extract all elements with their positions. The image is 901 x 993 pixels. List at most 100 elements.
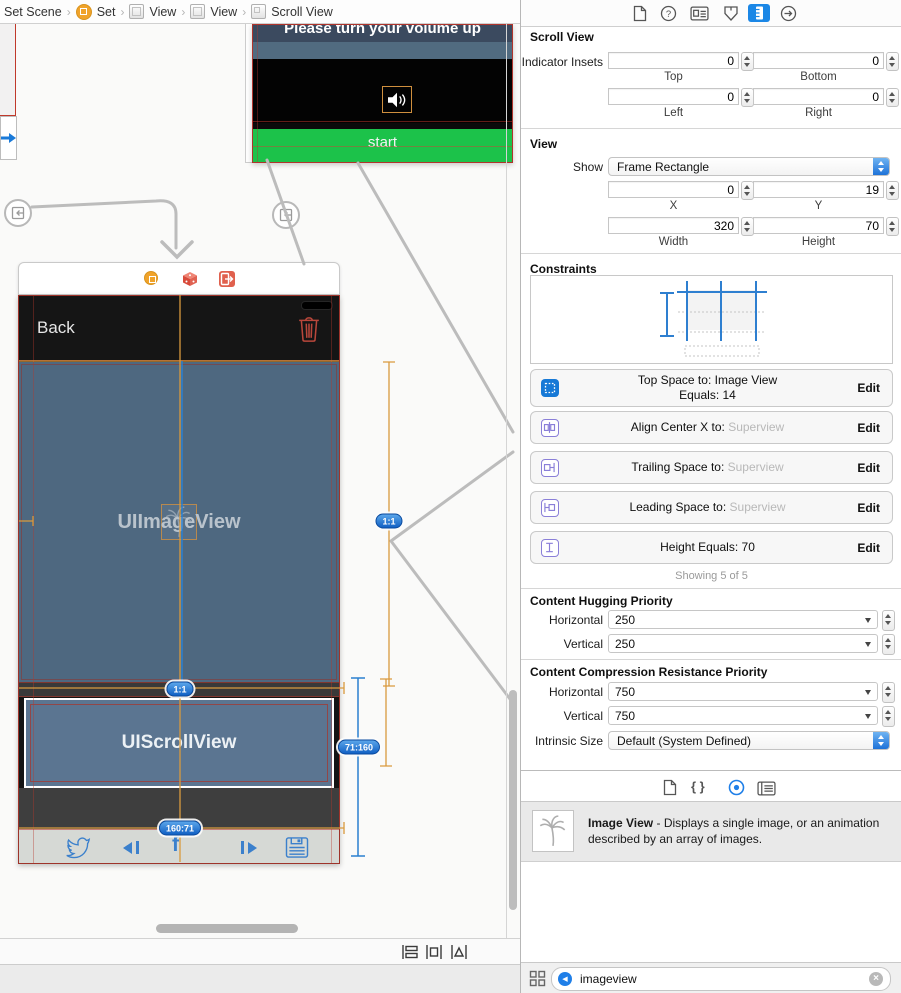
row-ratio-badge[interactable]: 1:1 xyxy=(166,681,194,697)
code-snippet-library-tab[interactable]: { } xyxy=(691,779,705,794)
show-popup[interactable]: Frame Rectangle xyxy=(608,157,890,176)
intrinsic-size-popup[interactable]: Default (System Defined) xyxy=(608,731,890,750)
constraint-value: 14 xyxy=(722,388,736,402)
align-icon[interactable] xyxy=(425,944,443,960)
file-template-library-tab[interactable] xyxy=(663,779,677,796)
compression-vertical-combo[interactable]: 750 xyxy=(608,706,878,725)
constraint-item-align-center-x[interactable]: Align Center X to: Superview Edit xyxy=(530,411,893,444)
x-field[interactable] xyxy=(608,181,739,198)
twitter-icon[interactable] xyxy=(63,836,93,860)
next-track-icon[interactable] xyxy=(241,841,257,859)
object-library-tab-selected[interactable] xyxy=(728,779,745,796)
clear-search-icon[interactable]: × xyxy=(869,971,883,986)
compression-vertical-stepper[interactable] xyxy=(882,706,895,727)
save-icon[interactable] xyxy=(285,837,309,858)
compression-horizontal-combo[interactable]: 750 xyxy=(608,682,878,701)
hugging-vertical-stepper[interactable] xyxy=(882,634,895,655)
horizontal-scrollbar[interactable] xyxy=(156,924,298,933)
breadcrumb-scroll-view[interactable]: Scroll View xyxy=(271,5,333,19)
media-library-tab[interactable] xyxy=(757,781,776,796)
width-field[interactable] xyxy=(608,217,739,234)
unwind-segue-icon[interactable] xyxy=(272,201,300,229)
aspect-ratio-badge[interactable]: 1:1 xyxy=(375,513,403,529)
y-field[interactable] xyxy=(753,181,884,198)
compression-horizontal-stepper[interactable] xyxy=(882,682,895,703)
inset-top-field[interactable] xyxy=(608,52,739,69)
inset-right-field[interactable] xyxy=(753,88,884,105)
constraint-item-height[interactable]: Height Equals: 70 Edit xyxy=(530,531,893,564)
pin-icon[interactable] xyxy=(450,944,468,960)
storyboard-entry-point[interactable] xyxy=(0,116,17,160)
y-stepper[interactable] xyxy=(886,181,899,200)
constraint-value: Superview xyxy=(727,460,784,474)
first-responder-cube-icon[interactable] xyxy=(182,271,198,287)
scrollview-label: UIScrollView xyxy=(121,732,237,753)
speaker-image-view[interactable] xyxy=(382,86,412,113)
grid-view-icon[interactable] xyxy=(529,970,546,987)
vertical-scrollbar[interactable] xyxy=(509,690,517,910)
edit-button[interactable]: Edit xyxy=(857,501,880,515)
edit-button[interactable]: Edit xyxy=(857,461,880,475)
image-view[interactable]: UIImageView xyxy=(19,362,339,682)
scroll-view[interactable]: UIScrollView xyxy=(24,698,334,788)
size-inspector-tab-selected[interactable] xyxy=(748,4,770,22)
filter-icon[interactable]: ◀ xyxy=(558,971,572,986)
storyboard-exit-segue-icon[interactable] xyxy=(4,199,32,227)
neighbour-scene-fragment[interactable] xyxy=(0,24,16,116)
constraints-diagram[interactable] xyxy=(530,275,893,364)
edit-button[interactable]: Edit xyxy=(857,541,880,555)
edit-button[interactable]: Edit xyxy=(857,421,880,435)
inset-right-stepper[interactable] xyxy=(886,88,899,107)
height-stepper[interactable] xyxy=(886,217,899,236)
embed-stack-icon[interactable] xyxy=(401,944,419,960)
x-caption: X xyxy=(669,200,678,212)
constraint-item-trailing-space[interactable]: Trailing Space to: Superview Edit xyxy=(530,451,893,484)
start-button[interactable]: start xyxy=(253,129,512,162)
height-caption: Height xyxy=(801,236,836,248)
constraint-label: Top Space to: xyxy=(637,373,712,387)
constraint-label: Leading Space to: xyxy=(629,500,727,514)
scroll-ratio-badge[interactable]: 71:160 xyxy=(337,739,381,755)
hugging-vertical-combo[interactable]: 250 xyxy=(608,634,878,653)
file-inspector-tab[interactable] xyxy=(633,5,647,22)
window-bottom-strip xyxy=(0,964,520,993)
inset-bottom-stepper[interactable] xyxy=(886,52,899,71)
edit-button[interactable]: Edit xyxy=(857,381,880,395)
trash-icon[interactable] xyxy=(297,313,321,343)
constraint-item-top-space[interactable]: Top Space to: Image View Equals: 14 Edit xyxy=(530,369,893,407)
top-scene[interactable]: Please turn your volume up start xyxy=(252,24,513,163)
panel-divider[interactable] xyxy=(520,0,521,993)
nav-bar[interactable]: Back xyxy=(19,296,339,361)
library-search-field[interactable]: ◀ × xyxy=(551,967,891,991)
constraint-icon-trailing-space xyxy=(541,458,559,477)
toolbar-ratio-badge[interactable]: 160:71 xyxy=(158,820,202,836)
view-controller-dock-icon[interactable] xyxy=(144,271,158,285)
breadcrumb-view-1[interactable]: View xyxy=(149,5,176,19)
library-search-input[interactable] xyxy=(578,970,862,988)
status-pill xyxy=(301,301,333,310)
hugging-horizontal-stepper[interactable] xyxy=(882,610,895,631)
previous-track-icon[interactable] xyxy=(123,841,139,859)
facebook-icon[interactable]: f xyxy=(172,833,179,857)
main-scene[interactable]: Back UIImageView UIScrollView f xyxy=(18,295,340,864)
breadcrumb-view-2[interactable]: View xyxy=(210,5,237,19)
hugging-horizontal-combo[interactable]: 250 xyxy=(608,610,878,629)
height-field[interactable] xyxy=(753,217,884,234)
constraint-label: Align Center X to: xyxy=(630,420,725,434)
attributes-inspector-tab[interactable] xyxy=(722,5,740,22)
view-icon xyxy=(129,4,145,19)
breadcrumb-set[interactable]: Set xyxy=(97,5,116,19)
hugging-horizontal-label: Horizontal xyxy=(548,613,603,627)
quick-help-inspector-tab[interactable]: ? xyxy=(660,5,677,22)
identity-inspector-tab[interactable] xyxy=(690,6,709,21)
inset-bottom-field[interactable] xyxy=(753,52,884,69)
inset-left-field[interactable] xyxy=(608,88,739,105)
breadcrumb-set-scene[interactable]: Set Scene xyxy=(4,5,62,19)
popup-stepper-cap xyxy=(873,732,889,749)
connections-inspector-tab[interactable] xyxy=(780,5,797,22)
back-button[interactable]: Back xyxy=(37,318,75,338)
palm-icon xyxy=(539,815,566,847)
library-item-imageview[interactable]: Image View - Displays a single image, or… xyxy=(521,802,901,862)
exit-dock-icon[interactable] xyxy=(219,271,235,287)
constraint-item-leading-space[interactable]: Leading Space to: Superview Edit xyxy=(530,491,893,524)
